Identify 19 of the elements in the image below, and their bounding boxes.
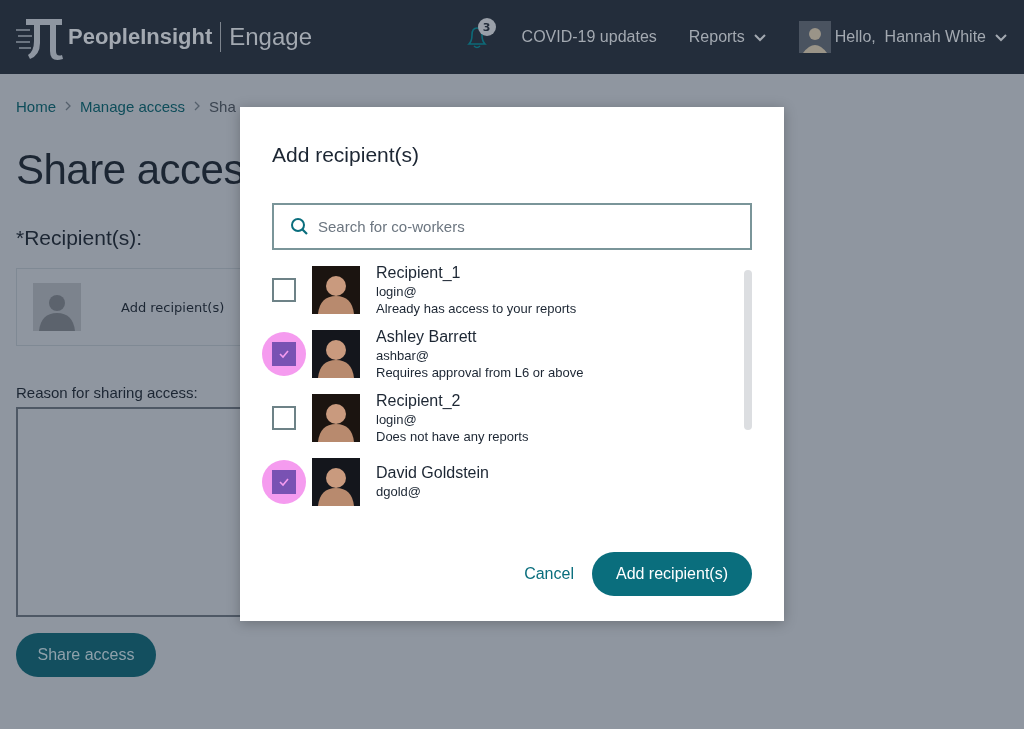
field-label: *Recipient(s):: [16, 226, 143, 250]
field-label: Reason for sharing access:: [16, 384, 198, 401]
recipient-note: Already has access to your reports: [376, 300, 577, 317]
recipient-note: Does not have any reports: [376, 428, 529, 445]
recipient-name: Recipient_1: [376, 266, 462, 283]
recipient-name: David Goldstein: [376, 463, 489, 483]
recipient-note: Requires approval from L6 or above: [376, 364, 584, 381]
recipient-login: login@: [376, 283, 418, 300]
recipient-login: login@: [376, 411, 418, 428]
recipient-login: ashbar@: [376, 347, 430, 364]
add-recipients-label: Add recipient(s): [121, 299, 225, 315]
recipient-name: Ashley Barrett: [376, 327, 478, 347]
notification-badge: 3: [477, 18, 496, 36]
brand-name: PeopleInsight: [64, 22, 222, 52]
dialog-title: Add recipient(s): [272, 143, 421, 167]
recipient-name: Recipient_2: [376, 391, 462, 411]
page-title: Share acces: [16, 146, 244, 194]
recipient-login: dgold@: [376, 483, 422, 500]
product-name: Engage: [228, 23, 312, 51]
